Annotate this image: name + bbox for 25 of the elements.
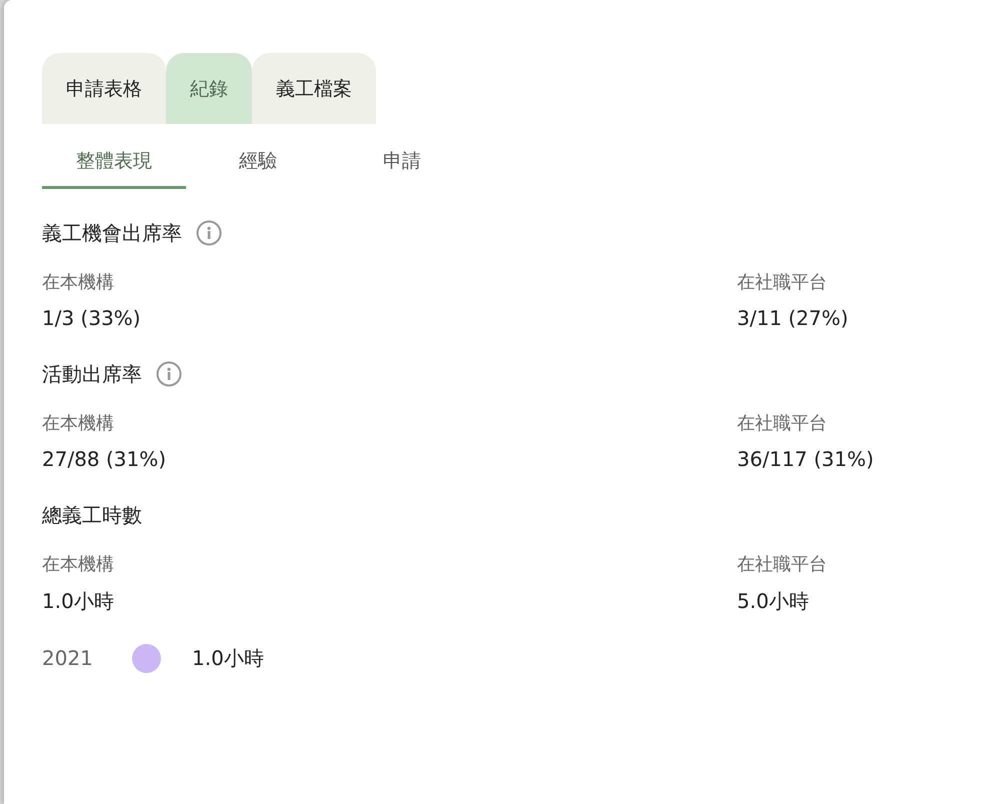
tab[interactable]: 申請表格 (42, 53, 166, 124)
subtab[interactable]: 經驗 (186, 141, 330, 189)
subtab[interactable]: 整體表現 (42, 141, 186, 189)
tab[interactable]: 義工檔案 (252, 53, 376, 124)
stat-label: 在本機構 (42, 553, 115, 576)
info-icon[interactable] (156, 361, 182, 387)
stat-value: 27/88 (31%) (42, 447, 168, 471)
section-title: 總義工時數 (42, 502, 142, 528)
subtab[interactable]: 申請 (330, 141, 474, 189)
hours-value: 1.0小時 (192, 644, 264, 672)
stat-value: 1/3 (33%) (42, 306, 142, 330)
stat-label: 在社職平台 (737, 553, 828, 576)
stat-label: 在本機構 (42, 412, 115, 435)
section-title: 義工機會出席率 (42, 220, 182, 246)
section-title: 活動出席率 (42, 360, 142, 388)
stat-value: 1.0小時 (42, 588, 115, 615)
stat-label: 在社職平台 (737, 271, 828, 294)
info-icon[interactable] (196, 220, 222, 246)
year-label: 2021 (42, 646, 94, 670)
stat-value: 3/11 (27%) (737, 306, 850, 330)
stat-value: 5.0小時 (737, 588, 810, 615)
stat-value: 36/117 (31%) (737, 447, 875, 471)
stat-label: 在本機構 (42, 271, 115, 294)
stat-label: 在社職平台 (737, 412, 828, 435)
tab[interactable]: 紀錄 (166, 53, 252, 124)
